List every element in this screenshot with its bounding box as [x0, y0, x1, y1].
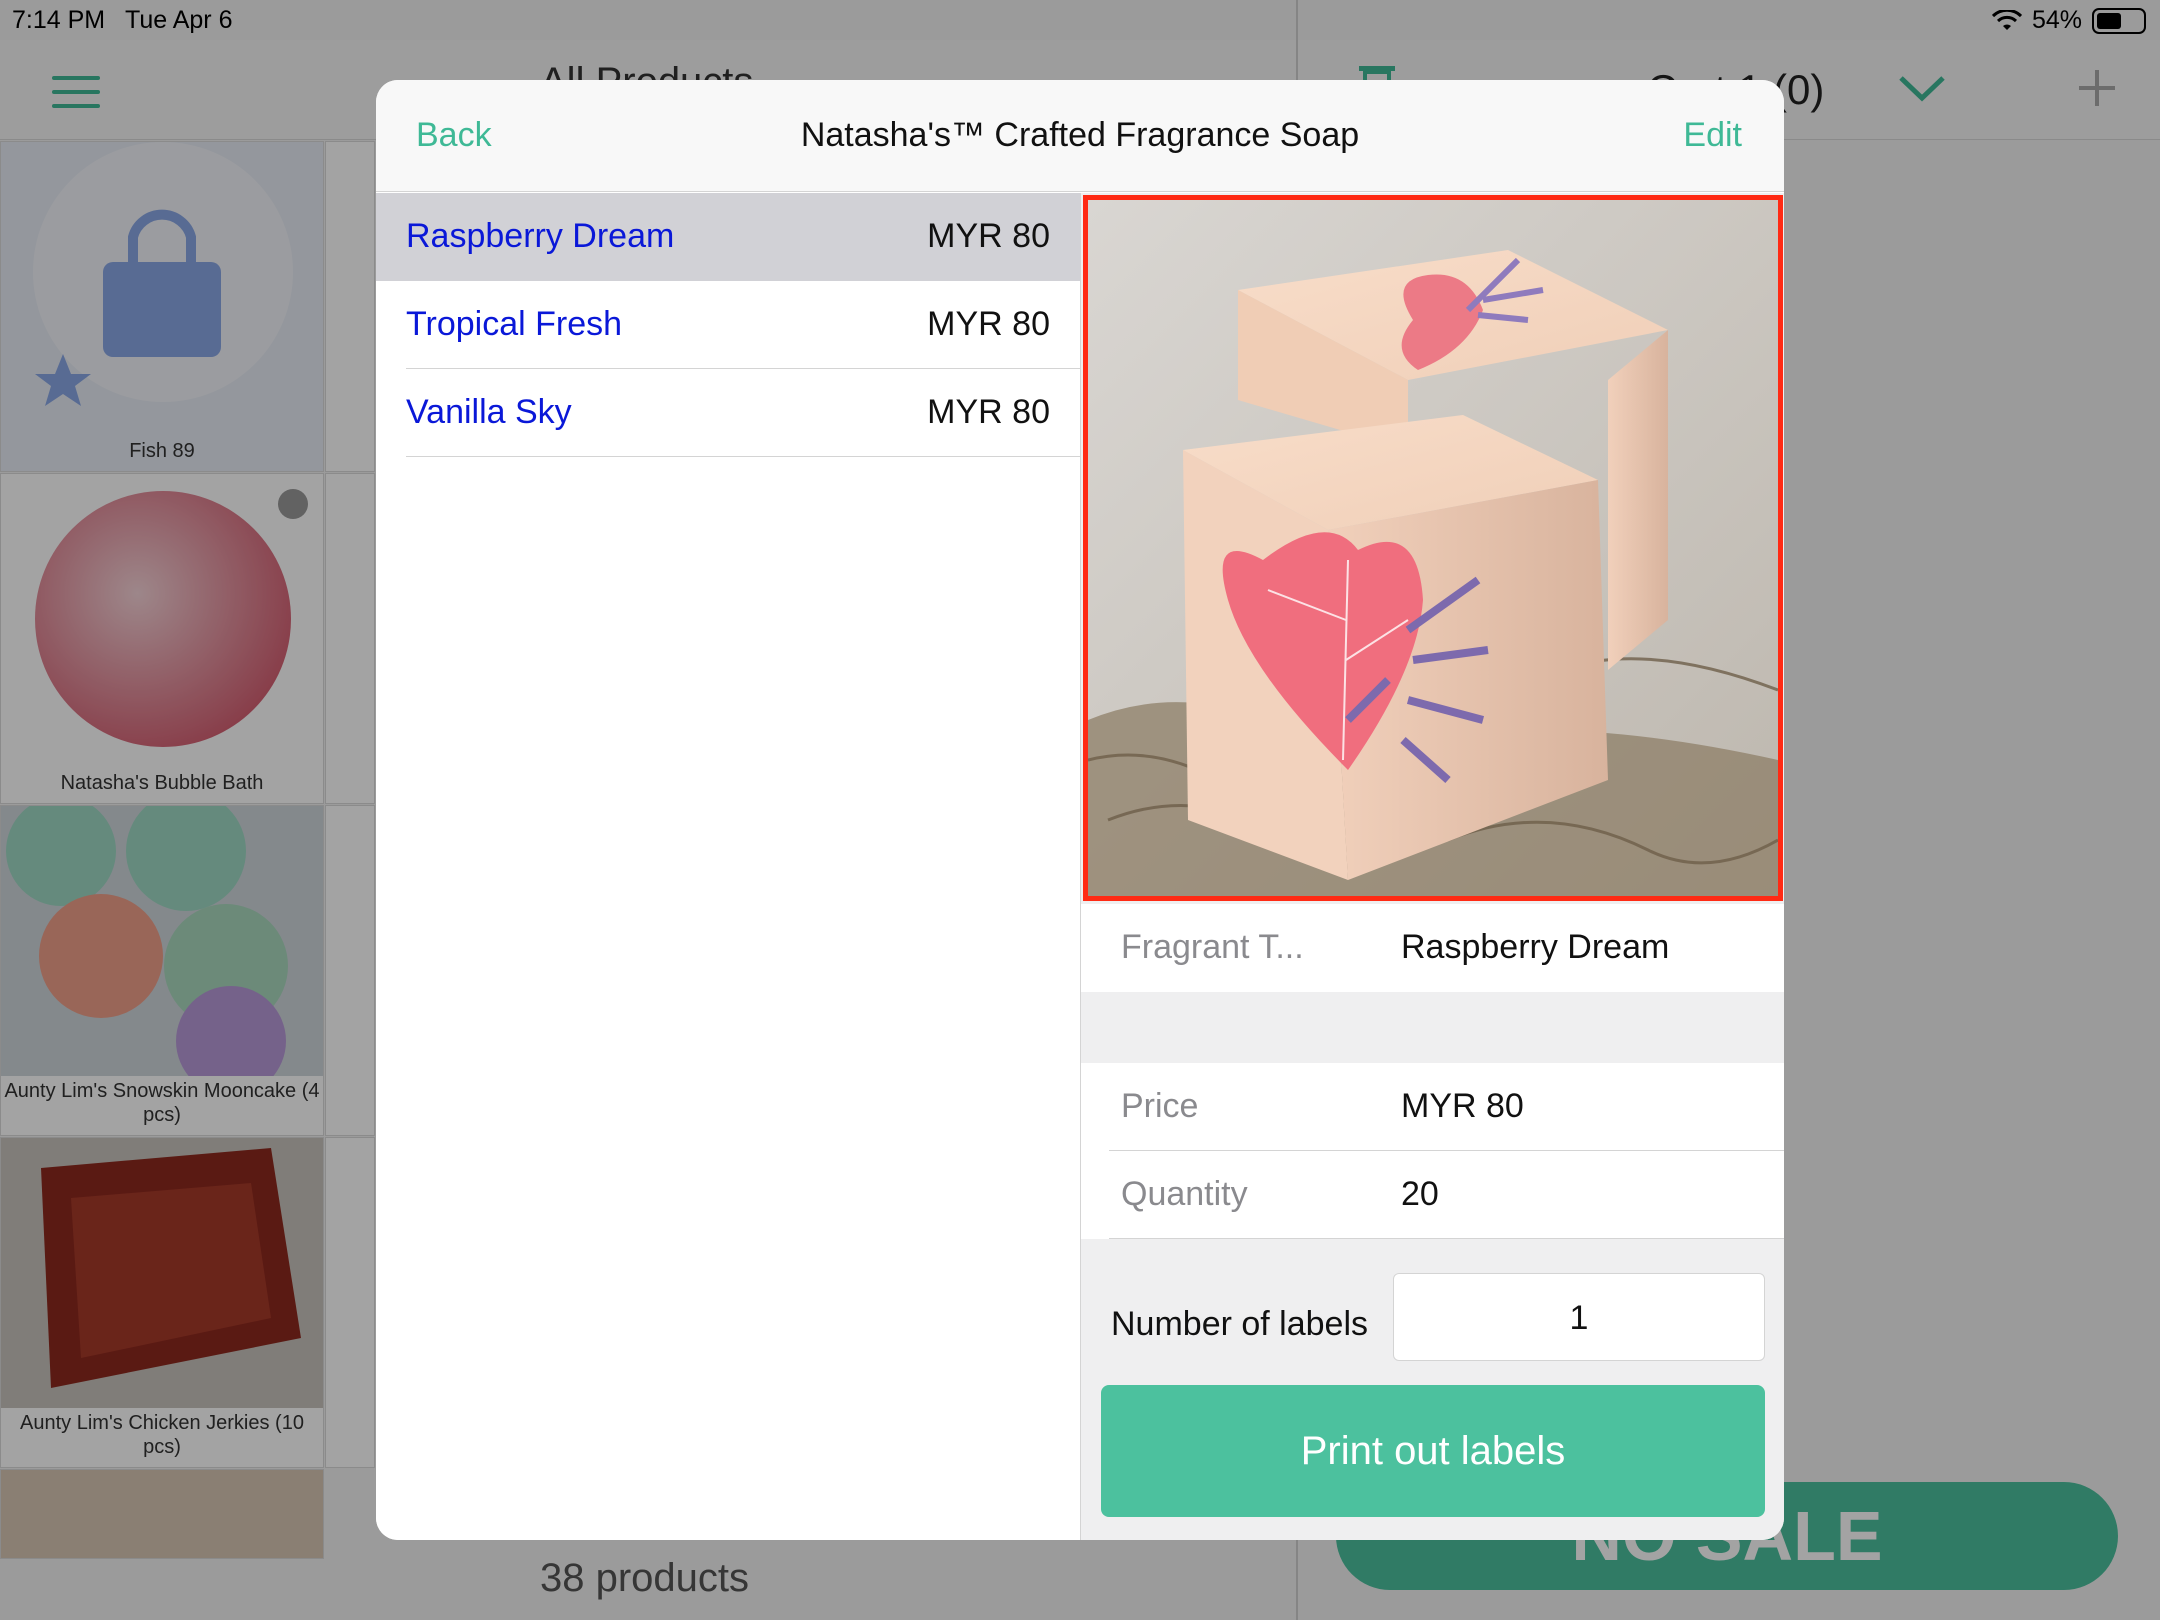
variant-name: Vanilla Sky [406, 393, 572, 431]
variant-row-tropical-fresh[interactable]: Tropical Fresh MYR 80 [376, 281, 1080, 369]
quantity-row: Quantity 20 [1081, 1151, 1784, 1239]
option-row: Fragrant T... Raspberry Dream [1081, 904, 1784, 992]
option-label: Fragrant T... [1121, 928, 1304, 966]
variant-price: MYR 80 [927, 305, 1050, 343]
variant-price: MYR 80 [927, 217, 1050, 255]
product-image[interactable] [1083, 195, 1783, 901]
row-divider [1109, 1238, 1784, 1239]
row-divider [406, 456, 1080, 457]
option-section: Fragrant T... Raspberry Dream [1081, 904, 1784, 992]
product-label-modal: Back Natasha's™ Crafted Fragrance Soap E… [376, 80, 1784, 1540]
option-value: Raspberry Dream [1401, 928, 1670, 966]
variant-row-raspberry-dream[interactable]: Raspberry Dream MYR 80 [376, 193, 1080, 281]
variant-row-vanilla-sky[interactable]: Vanilla Sky MYR 80 [376, 369, 1080, 457]
variant-list: Raspberry Dream MYR 80 Tropical Fresh MY… [376, 193, 1080, 1540]
soap-photo [1088, 200, 1778, 896]
number-of-labels-label: Number of labels [1111, 1305, 1369, 1343]
quantity-value: 20 [1401, 1175, 1439, 1213]
price-row: Price MYR 80 [1081, 1063, 1784, 1151]
print-labels-button[interactable]: Print out labels [1101, 1385, 1765, 1517]
modal-title: Natasha's™ Crafted Fragrance Soap [800, 116, 1360, 154]
quantity-label: Quantity [1121, 1175, 1248, 1213]
edit-button[interactable]: Edit [1683, 116, 1742, 155]
price-label: Price [1121, 1087, 1199, 1125]
variant-name: Raspberry Dream [406, 217, 675, 255]
variant-detail-panel: Fragrant T... Raspberry Dream Price MYR … [1080, 193, 1784, 1540]
price-quantity-section: Price MYR 80 Quantity 20 [1081, 1063, 1784, 1239]
number-of-labels-input[interactable]: 1 [1393, 1273, 1765, 1361]
modal-nav-bar: Back Natasha's™ Crafted Fragrance Soap E… [376, 80, 1784, 192]
price-value: MYR 80 [1401, 1087, 1524, 1125]
variant-name: Tropical Fresh [406, 305, 623, 343]
variant-price: MYR 80 [927, 393, 1050, 431]
